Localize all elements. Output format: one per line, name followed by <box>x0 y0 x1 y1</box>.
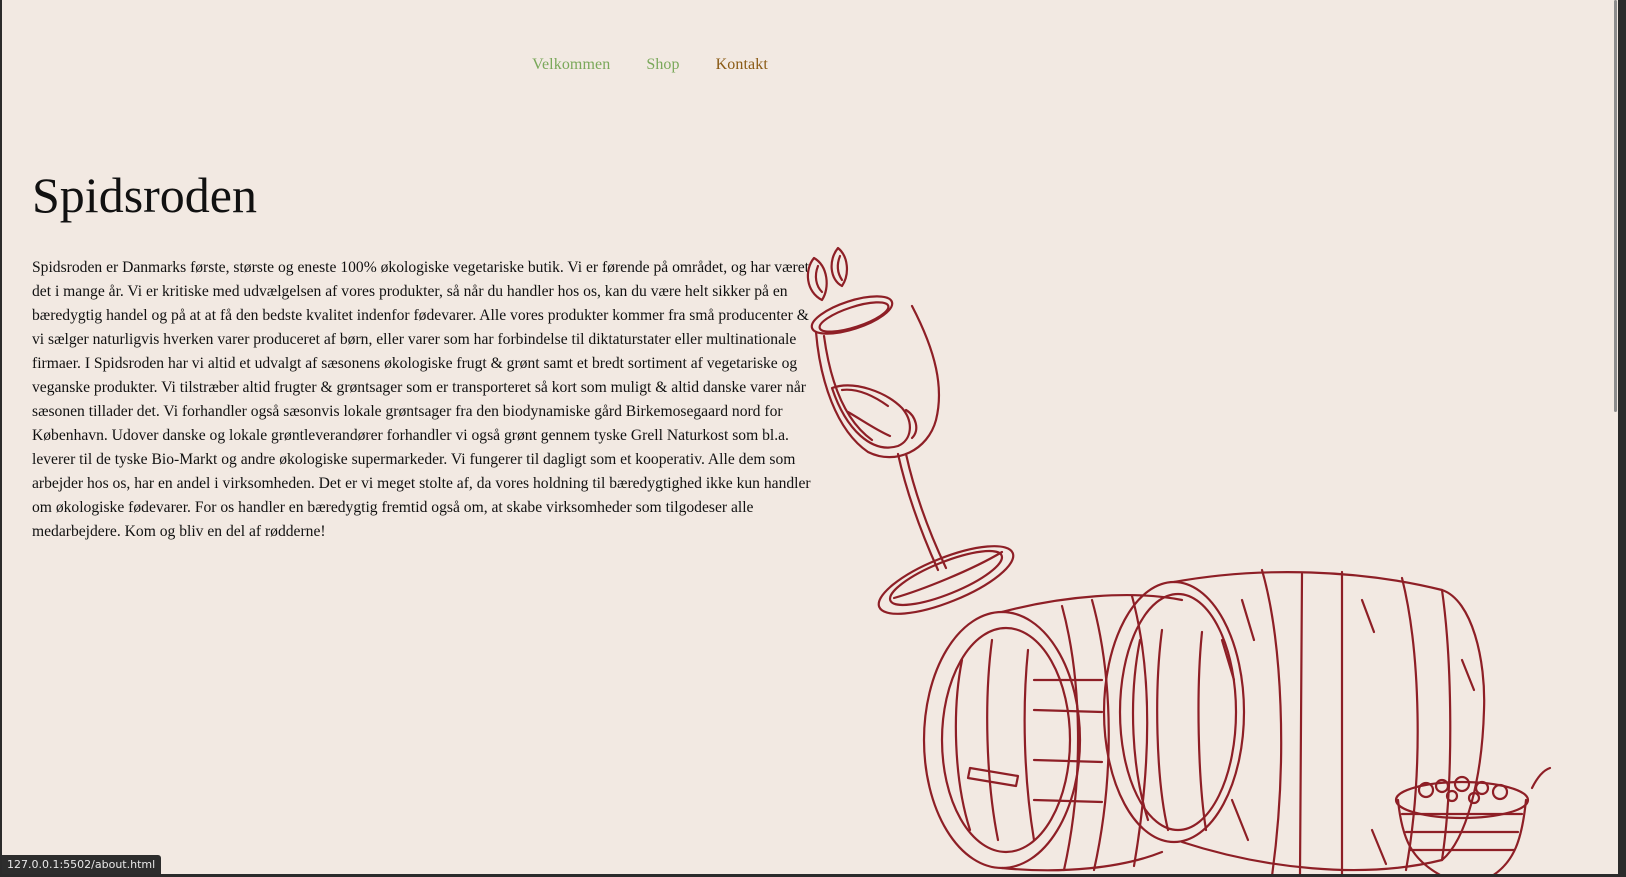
fruit-basket <box>1394 766 1552 874</box>
wine-glass <box>810 295 1015 615</box>
page-title: Spidsroden <box>32 167 257 223</box>
nav-link-velkommen[interactable]: Velkommen <box>532 56 610 74</box>
vertical-scrollbar[interactable] <box>1612 0 1618 874</box>
main-nav: Velkommen Shop Kontakt <box>2 56 1618 74</box>
wine-glass-and-barrels-illustration <box>806 246 1552 874</box>
about-paragraph: Spidsroden er Danmarks første, største o… <box>32 259 811 540</box>
large-barrel <box>1102 568 1486 874</box>
nav-link-kontakt[interactable]: Kontakt <box>716 56 768 74</box>
status-bar-url: 127.0.0.1:5502/about.html <box>2 855 162 874</box>
wine-splash-drops <box>806 246 848 302</box>
page-viewport: Velkommen Shop Kontakt Spidsroden Spidsr… <box>2 0 1618 874</box>
scrollbar-thumb[interactable] <box>1614 0 1617 412</box>
nav-link-shop[interactable]: Shop <box>646 56 679 74</box>
